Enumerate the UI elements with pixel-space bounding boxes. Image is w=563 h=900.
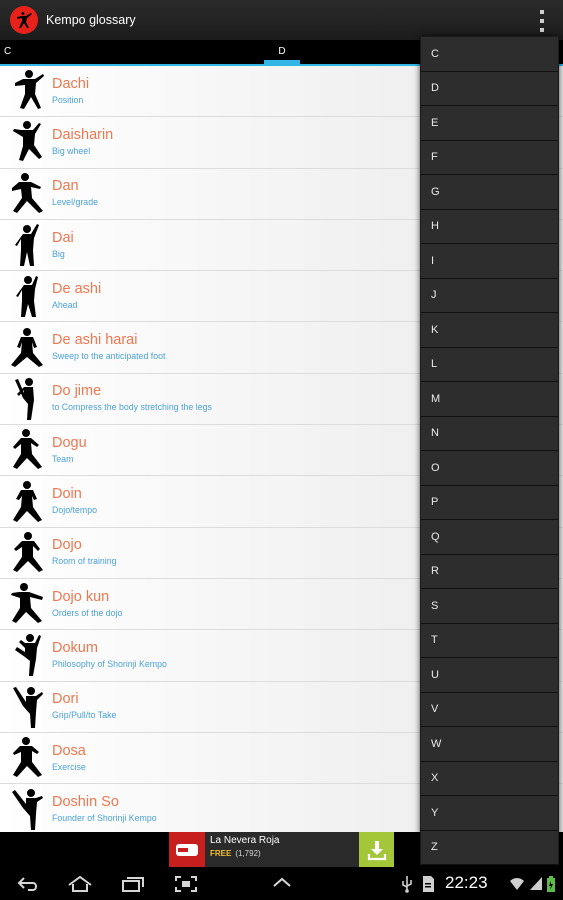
ad-title: La Nevera Roja: [210, 835, 280, 846]
menu-item-letter[interactable]: S: [421, 589, 558, 624]
menu-item-letter[interactable]: N: [421, 417, 558, 451]
tab-indicator: [264, 60, 300, 64]
definition-text: Ahead: [52, 299, 78, 310]
definition-text: Founder of Shorinji Kempo: [52, 812, 157, 823]
term-text: Dojo kun: [52, 588, 110, 605]
definition-text: Dojo/tempo: [52, 505, 97, 516]
status-clock: 22:23: [445, 873, 488, 892]
app-logo-icon[interactable]: [10, 6, 38, 34]
tab-current-letter[interactable]: D: [265, 46, 299, 57]
kempo-figure-icon: [4, 170, 50, 218]
definition-text: Team: [52, 453, 74, 464]
kempo-figure-icon: [4, 221, 50, 269]
term-text: Dai: [52, 229, 74, 246]
ad-review-count: (1,792): [235, 849, 261, 858]
definition-text: to Compress the body stretching the legs: [52, 402, 212, 413]
kempo-figure-icon: [4, 683, 50, 731]
battery-icon: [547, 876, 555, 892]
kempo-figure-icon: [4, 324, 50, 372]
kempo-figure-icon: [4, 67, 50, 115]
definition-text: Sweep to the anticipated foot: [52, 351, 166, 362]
term-text: De ashi: [52, 280, 102, 297]
definition-text: Orders of the dojo: [52, 607, 123, 618]
term-text: Dachi: [52, 75, 90, 92]
menu-item-letter[interactable]: L: [421, 348, 558, 382]
menu-item-letter[interactable]: C: [421, 37, 558, 72]
menu-item-letter[interactable]: U: [421, 658, 558, 693]
definition-text: Position: [52, 94, 84, 105]
ad-price-label: FREE: [210, 849, 232, 858]
definition-text: Room of training: [52, 556, 117, 567]
menu-item-letter[interactable]: O: [421, 451, 558, 486]
menu-item-letter[interactable]: P: [421, 486, 558, 520]
kempo-figure-icon: [4, 580, 50, 628]
ad-app-logo-icon: [169, 832, 205, 867]
term-text: Doshin So: [52, 793, 119, 810]
term-text: Dori: [52, 691, 79, 708]
download-icon[interactable]: [359, 832, 394, 867]
menu-item-letter[interactable]: D: [421, 72, 558, 106]
kempo-figure-icon: [4, 529, 50, 577]
overflow-menu-icon[interactable]: [537, 10, 547, 32]
menu-item-letter[interactable]: X: [421, 762, 558, 796]
kempo-figure-icon: [4, 375, 50, 423]
wifi-icon: [510, 878, 524, 890]
menu-item-letter[interactable]: F: [421, 141, 558, 175]
term-text: Dosa: [52, 742, 86, 759]
kempo-figure-icon: [4, 631, 50, 679]
screenshot-icon[interactable]: [174, 875, 198, 893]
menu-item-letter[interactable]: K: [421, 313, 558, 348]
definition-text: Level/grade: [52, 197, 98, 208]
term-text: De ashi harai: [52, 332, 138, 349]
kempo-figure-icon: [4, 118, 50, 166]
definition-text: Big: [52, 248, 65, 259]
menu-item-letter[interactable]: J: [421, 279, 558, 313]
menu-item-letter[interactable]: E: [421, 106, 558, 141]
home-icon[interactable]: [66, 875, 94, 893]
term-text: Dojo: [52, 537, 82, 554]
term-text: Dokum: [52, 639, 98, 656]
term-text: Dogu: [52, 434, 87, 451]
app-title: Kempo glossary: [46, 13, 136, 27]
term-text: Doin: [52, 486, 82, 503]
definition-text: Exercise: [52, 761, 86, 772]
kempo-figure-icon: [4, 734, 50, 782]
menu-item-letter[interactable]: Z: [421, 831, 558, 865]
term-text: Daisharin: [52, 126, 114, 143]
chevron-up-icon[interactable]: [271, 875, 293, 891]
kempo-figure-icon: [4, 426, 50, 474]
kempo-figure-icon: [4, 272, 50, 320]
letter-dropdown-menu: C D E F G H I J K L M N O P Q R S T U V …: [420, 36, 559, 865]
menu-item-letter[interactable]: T: [421, 624, 558, 658]
term-text: Do jime: [52, 383, 102, 400]
system-navigation-bar: 22:23: [0, 867, 563, 900]
ad-banner[interactable]: La Nevera Roja FREE (1,792): [169, 832, 394, 867]
definition-text: Big wheel: [52, 145, 91, 156]
back-icon[interactable]: [16, 875, 40, 893]
signal-icon: [530, 877, 542, 890]
kempo-figure-icon: [4, 478, 50, 526]
menu-item-letter[interactable]: V: [421, 693, 558, 727]
term-text: Dan: [52, 178, 79, 195]
menu-item-letter[interactable]: M: [421, 382, 558, 417]
menu-item-letter[interactable]: R: [421, 555, 558, 589]
tab-previous-letter[interactable]: C: [4, 46, 11, 57]
definition-text: Grip/Pull/to Take: [52, 710, 117, 721]
sd-card-icon: [423, 876, 434, 892]
usb-icon: [402, 876, 412, 893]
menu-item-letter[interactable]: G: [421, 175, 558, 210]
menu-item-letter[interactable]: W: [421, 727, 558, 762]
action-bar: Kempo glossary: [0, 0, 563, 40]
recent-apps-icon[interactable]: [120, 875, 146, 893]
definition-text: Philosophy of Shorinji Kempo: [52, 658, 167, 669]
menu-item-letter[interactable]: Y: [421, 796, 558, 831]
menu-item-letter[interactable]: Q: [421, 520, 558, 555]
menu-item-letter[interactable]: H: [421, 210, 558, 244]
kempo-figure-icon: [4, 785, 50, 832]
menu-item-letter[interactable]: I: [421, 244, 558, 279]
